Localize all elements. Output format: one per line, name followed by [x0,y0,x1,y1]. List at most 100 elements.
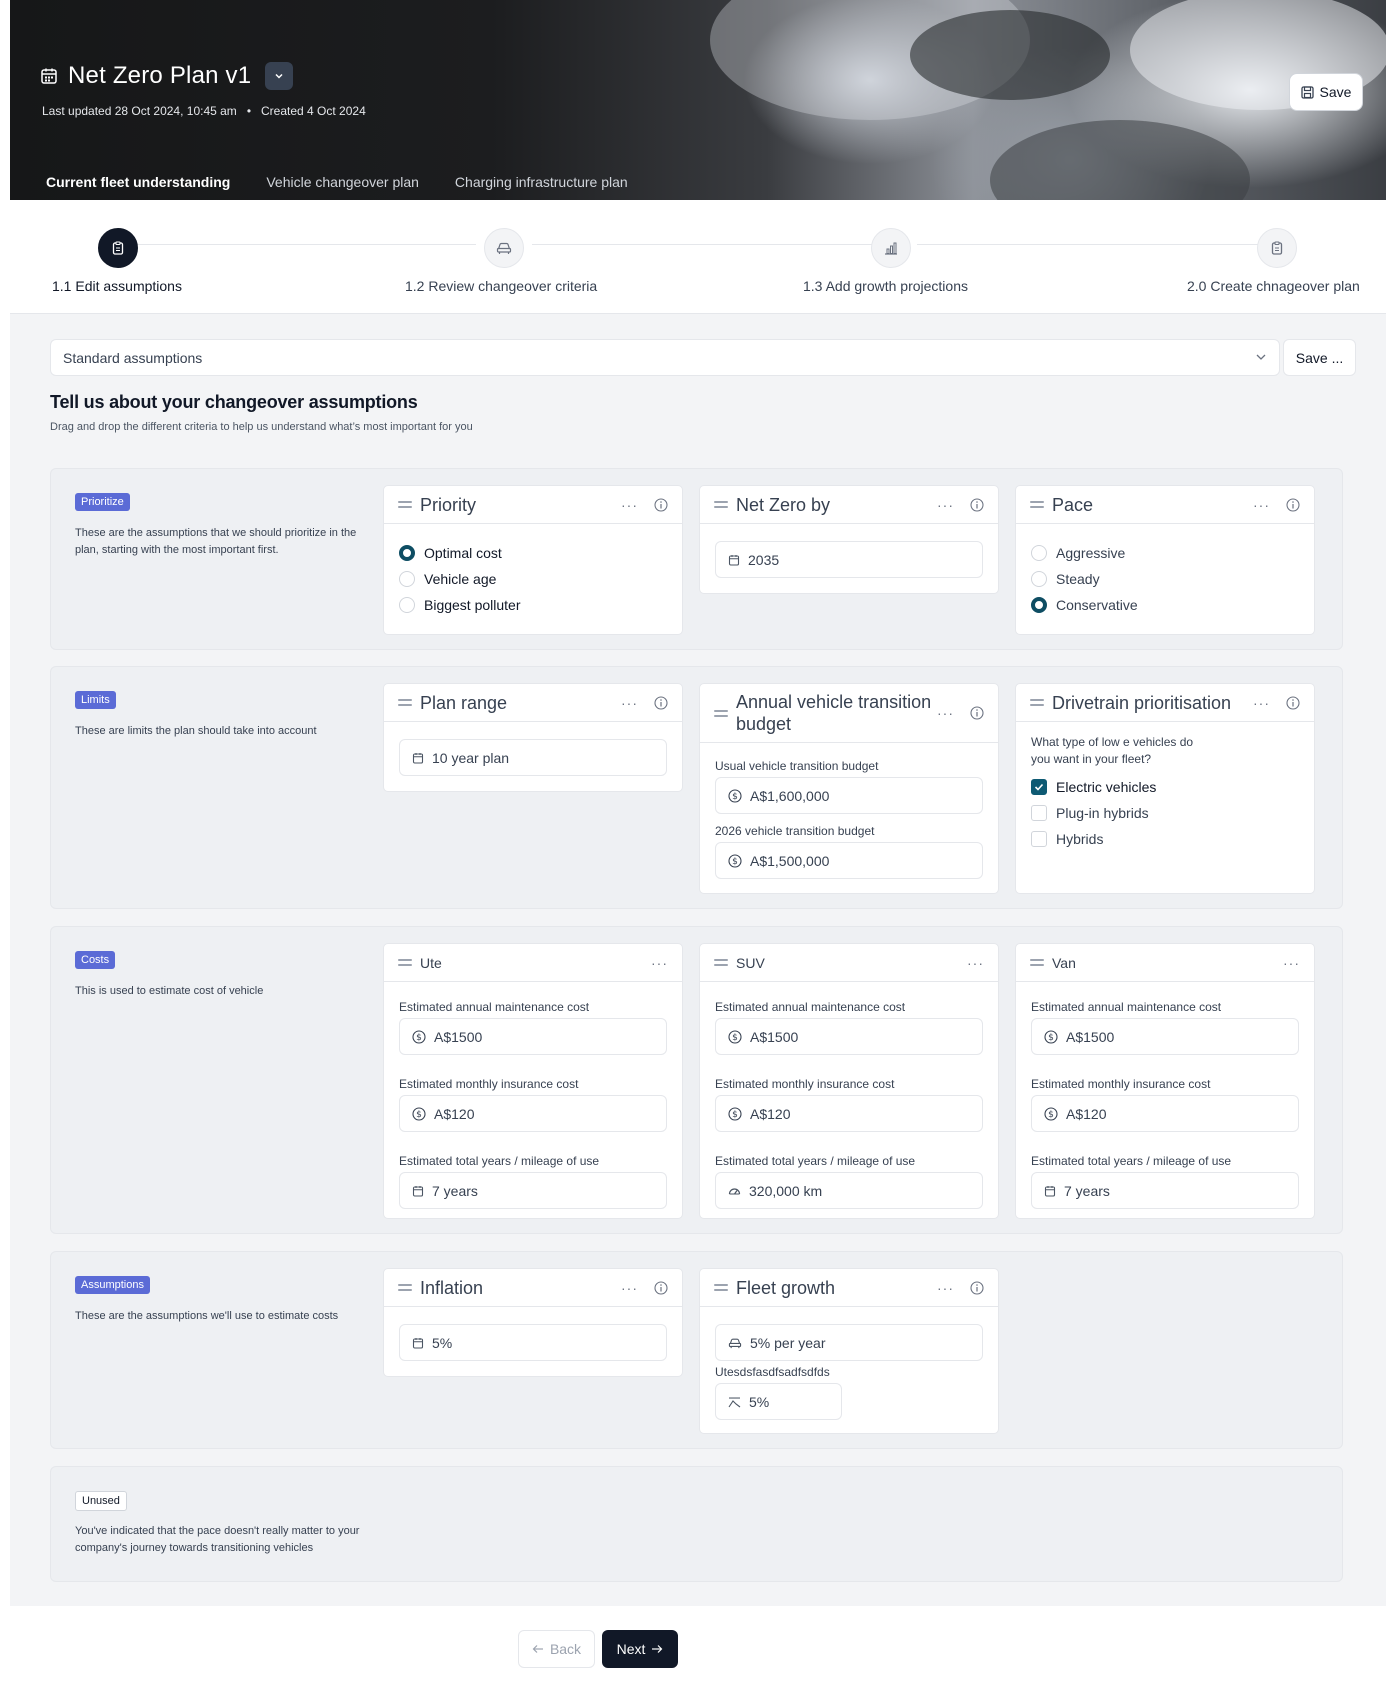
step-2-label[interactable]: 1.2 Review changeover criteria [405,278,597,294]
drag-handle-icon[interactable] [1030,498,1044,511]
info-icon[interactable] [970,1280,984,1295]
tab-vehicle-changeover[interactable]: Vehicle changeover plan [254,168,431,200]
checkbox-electric-vehicles[interactable]: Electric vehicles [1031,774,1299,800]
more-options-icon[interactable]: ··· [621,696,638,710]
card-suv[interactable]: SUV ··· Estimated annual maintenance cos… [699,943,999,1219]
tab-charging-infrastructure[interactable]: Charging infrastructure plan [443,168,640,200]
fleet-growth-field[interactable]: 5% per year [715,1324,983,1361]
info-icon[interactable] [1286,695,1300,710]
gauge-icon [728,1187,741,1194]
ute-insurance-field[interactable]: $ A$120 [399,1095,667,1132]
net-zero-year-field[interactable]: 2035 [715,541,983,578]
more-options-icon[interactable]: ··· [967,956,984,970]
inflation-field[interactable]: 5% [399,1324,667,1361]
card-drivetrain[interactable]: Drivetrain prioritisation ··· What type … [1015,683,1315,894]
drag-handle-icon[interactable] [714,707,728,720]
step-4-label[interactable]: 2.0 Create chnageover plan [1187,278,1360,294]
more-options-icon[interactable]: ··· [1253,498,1270,512]
van-maintenance-field[interactable]: $ A$1500 [1031,1018,1299,1055]
more-options-icon[interactable]: ··· [1283,956,1300,970]
card-inflation[interactable]: Inflation ··· 5% [383,1268,683,1377]
assumption-set-select[interactable]: Standard assumptions [50,339,1280,376]
drag-handle-icon[interactable] [714,498,728,511]
van-usage-field[interactable]: 7 years [1031,1172,1299,1209]
clipboard-icon [1271,241,1283,255]
drag-handle-icon[interactable] [398,1281,412,1294]
card-ute[interactable]: Ute ··· Estimated annual maintenance cos… [383,943,683,1219]
card-plan-range[interactable]: Plan range ··· 10 year plan [383,683,683,792]
radio-vehicle-age[interactable]: Vehicle age [399,566,667,592]
card-fleet-growth[interactable]: Fleet growth ··· 5% per year Utesdsfasdf… [699,1268,999,1434]
save-button[interactable]: Save [1289,73,1363,111]
info-icon[interactable] [654,1280,668,1295]
suv-usage-field[interactable]: 320,000 km [715,1172,983,1209]
radio-steady[interactable]: Steady [1031,566,1299,592]
assumption-set-value: Standard assumptions [63,349,203,366]
card-title: Plan range [420,692,508,713]
ute-maintenance-field[interactable]: $ A$1500 [399,1018,667,1055]
card-priority[interactable]: Priority ··· Optimal cost Vehicle age Bi… [383,485,683,635]
drag-handle-icon[interactable] [1030,956,1044,969]
step-1-button[interactable] [98,228,138,268]
info-icon[interactable] [654,497,668,512]
calendar-icon [728,554,740,566]
save-assumptions-button[interactable]: Save ... [1283,339,1356,376]
usual-budget-field[interactable]: $ A$1,600,000 [715,777,983,814]
svg-text:$: $ [732,1033,738,1043]
drag-handle-icon[interactable] [398,498,412,511]
drag-handle-icon[interactable] [714,956,728,969]
svg-text:$: $ [416,1033,422,1043]
more-options-icon[interactable]: ··· [621,1281,638,1295]
fleet-growth-ute-field[interactable]: 5% [715,1383,842,1420]
card-pace[interactable]: Pace ··· Aggressive Steady Conservative [1015,485,1315,635]
more-options-icon[interactable]: ··· [651,956,668,970]
checkbox-plug-in-hybrids[interactable]: Plug-in hybrids [1031,800,1299,826]
step-3-button[interactable] [871,228,911,268]
svg-text:$: $ [732,792,738,802]
checkbox-hybrids[interactable]: Hybrids [1031,826,1299,852]
info-icon[interactable] [970,497,984,512]
field-label: Usual vehicle transition budget [715,759,879,773]
step-3-label[interactable]: 1.3 Add growth projections [803,278,968,294]
step-1-label[interactable]: 1.1 Edit assumptions [52,278,182,294]
more-options-icon[interactable]: ··· [621,498,638,512]
svg-text:$: $ [732,1110,738,1120]
card-van[interactable]: Van ··· Estimated annual maintenance cos… [1015,943,1315,1219]
info-icon[interactable] [1286,497,1300,512]
back-button[interactable]: Back [518,1630,595,1668]
card-net-zero[interactable]: Net Zero by ··· 2035 [699,485,999,594]
more-options-icon[interactable]: ··· [937,498,954,512]
suv-insurance-field[interactable]: $ A$120 [715,1095,983,1132]
more-options-icon[interactable]: ··· [1253,696,1270,710]
plan-dropdown-button[interactable] [265,62,294,90]
card-title: Pace [1052,494,1094,515]
next-button[interactable]: Next [602,1630,678,1668]
car-icon [728,1338,742,1348]
plan-range-field[interactable]: 10 year plan [399,739,667,776]
budget-2026-field[interactable]: $ A$1,500,000 [715,842,983,879]
card-annual-budget[interactable]: Annual vehicle transition budget ··· Usu… [699,683,999,894]
drag-handle-icon[interactable] [1030,696,1044,709]
more-options-icon[interactable]: ··· [937,1281,954,1295]
radio-conservative[interactable]: Conservative [1031,592,1299,618]
more-options-icon[interactable]: ··· [937,706,954,720]
ute-usage-field[interactable]: 7 years [399,1172,667,1209]
step-2-button[interactable] [484,228,524,268]
tab-current-fleet[interactable]: Current fleet understanding [34,168,242,200]
drivetrain-question: What type of low e vehicles do you want … [1031,735,1194,766]
van-insurance-field[interactable]: $ A$120 [1031,1095,1299,1132]
drag-handle-icon[interactable] [398,956,412,969]
group-limits: Limits These are limits the plan should … [50,666,1343,909]
step-4-button[interactable] [1257,228,1297,268]
radio-optimal-cost[interactable]: Optimal cost [399,540,667,566]
calendar-icon [40,67,58,85]
meta-separator: • [246,104,252,118]
radio-biggest-polluter[interactable]: Biggest polluter [399,592,667,618]
suv-maintenance-field[interactable]: $ A$1500 [715,1018,983,1055]
drag-handle-icon[interactable] [714,1281,728,1294]
drag-handle-icon[interactable] [398,696,412,709]
radio-aggressive[interactable]: Aggressive [1031,540,1299,566]
step-connector [128,244,476,245]
info-icon[interactable] [654,695,668,710]
info-icon[interactable] [970,706,984,720]
